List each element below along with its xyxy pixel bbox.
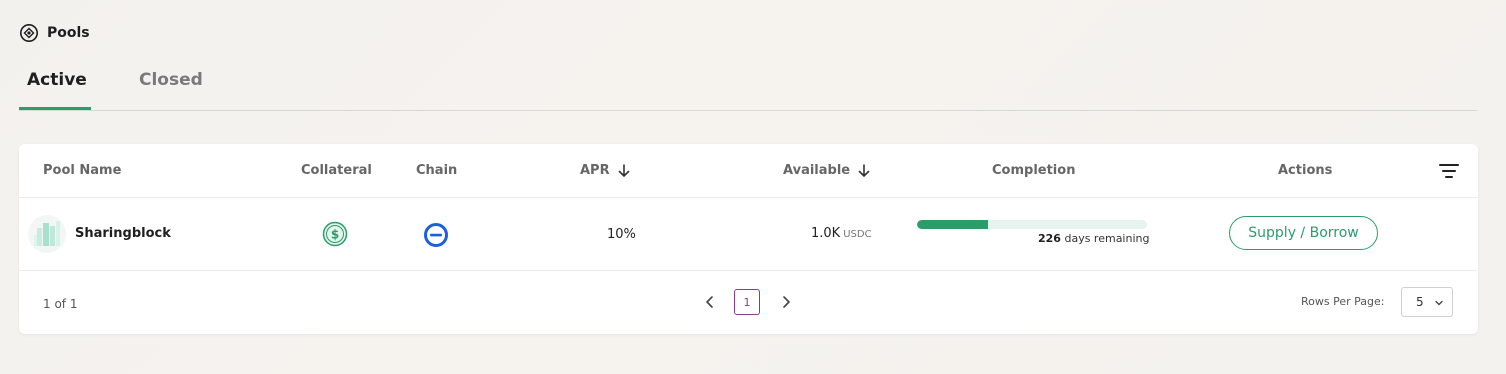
table-footer: 1 of 1 1 Rows Per Page: 5 bbox=[19, 271, 1478, 334]
apr-value: 10% bbox=[607, 227, 636, 242]
column-available-label: Available bbox=[783, 163, 851, 178]
chevron-left-icon[interactable] bbox=[703, 294, 717, 310]
rows-per-page-select[interactable]: 5 bbox=[1401, 287, 1453, 317]
available-amount: 1.0K USDC bbox=[811, 226, 872, 241]
chain-token-icon bbox=[423, 222, 449, 248]
page-button-current[interactable]: 1 bbox=[734, 289, 760, 315]
pool-avatar bbox=[28, 215, 66, 253]
page-info: 1 of 1 bbox=[43, 297, 78, 311]
available-unit: USDC bbox=[843, 229, 872, 240]
pools-icon bbox=[19, 23, 39, 43]
table-header: Pool Name Collateral Chain APR Available… bbox=[19, 144, 1478, 198]
sort-down-arrow-icon[interactable] bbox=[858, 163, 870, 178]
table-row: Sharingblock $ 10% 1.0K USDC 226 days re… bbox=[19, 198, 1478, 271]
column-available[interactable]: Available bbox=[783, 163, 870, 178]
svg-text:$: $ bbox=[331, 228, 339, 242]
column-apr[interactable]: APR bbox=[580, 163, 630, 178]
column-pool-name: Pool Name bbox=[43, 163, 122, 178]
tab-closed[interactable]: Closed bbox=[139, 70, 203, 90]
chevron-down-icon bbox=[1434, 297, 1444, 307]
pool-name: Sharingblock bbox=[75, 226, 171, 241]
column-completion: Completion bbox=[992, 163, 1076, 178]
tab-active[interactable]: Active bbox=[27, 70, 87, 90]
supply-borrow-button[interactable]: Supply / Borrow bbox=[1229, 216, 1378, 250]
filter-icon[interactable] bbox=[1439, 163, 1459, 179]
days-remaining: 226 days remaining bbox=[1038, 232, 1149, 245]
days-remaining-label: days remaining bbox=[1064, 232, 1150, 245]
rows-per-page-label: Rows Per Page: bbox=[1301, 295, 1385, 308]
sort-down-arrow-icon[interactable] bbox=[618, 163, 630, 178]
pools-header: Pools bbox=[19, 23, 90, 43]
active-tab-indicator bbox=[19, 107, 91, 110]
pools-table: Pool Name Collateral Chain APR Available… bbox=[19, 144, 1478, 334]
column-apr-label: APR bbox=[580, 163, 610, 178]
rows-per-page-value: 5 bbox=[1416, 295, 1424, 309]
chevron-right-icon[interactable] bbox=[779, 294, 793, 310]
completion-progress-fill bbox=[917, 220, 989, 229]
column-chain: Chain bbox=[416, 163, 458, 178]
days-remaining-count: 226 bbox=[1038, 232, 1061, 245]
completion-progress-bar bbox=[917, 220, 1147, 229]
available-value: 1.0K bbox=[811, 226, 841, 241]
page-title: Pools bbox=[47, 25, 90, 41]
column-actions: Actions bbox=[1278, 163, 1333, 178]
pool-tabs: Active Closed bbox=[19, 58, 1477, 111]
dollar-circle-icon: $ bbox=[322, 221, 348, 247]
column-collateral: Collateral bbox=[301, 163, 372, 178]
